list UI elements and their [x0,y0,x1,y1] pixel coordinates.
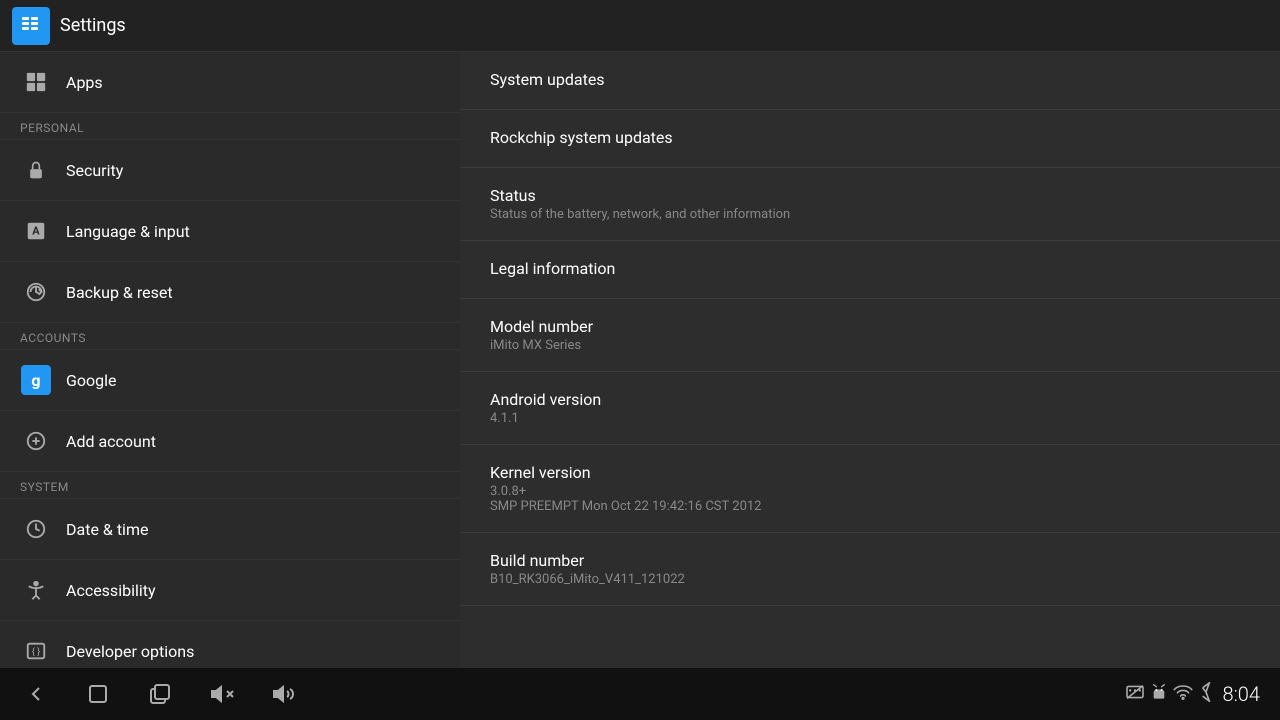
content-title-kernel: Kernel version [490,463,1250,482]
sidebar-item-datetime-label: Date & time [66,520,148,539]
content-item-build[interactable]: Build number B10_RK3066_iMito_V411_12102… [460,533,1280,606]
sidebar-item-google[interactable]: g Google [0,350,460,411]
content-title-status: Status [490,186,1250,205]
keyboard-off-icon [1125,684,1145,704]
language-icon: A [20,215,52,247]
sidebar-item-backup-label: Backup & reset [66,283,173,302]
bottom-right: 8:04 [1125,682,1260,706]
content-title-android: Android version [490,390,1250,409]
svg-text:A: A [32,225,40,238]
content-item-kernel[interactable]: Kernel version 3.0.8+ SMP PREEMPT Mon Oc… [460,445,1280,533]
sidebar-item-apps-label: Apps [66,73,103,92]
volume-up-button[interactable] [268,678,300,710]
wifi-icon [1173,684,1193,704]
content-subtitle-android: 4.1.1 [490,411,1250,426]
lock-icon [20,154,52,186]
sidebar-item-accessibility[interactable]: Accessibility [0,560,460,621]
content-subtitle-model: iMito MX Series [490,338,1250,353]
content-item-legal[interactable]: Legal information [460,241,1280,299]
bottom-nav [20,678,300,710]
content-item-system-updates[interactable]: System updates [460,52,1280,110]
app-icon [12,7,50,45]
sidebar-item-security-label: Security [66,161,123,180]
volume-mute-button[interactable] [206,678,238,710]
back-button[interactable] [20,678,52,710]
time-display: 8:04 [1223,682,1260,706]
page-title: Settings [60,15,126,36]
backup-icon [20,276,52,308]
sidebar-item-google-label: Google [66,371,117,390]
sidebar-item-apps[interactable]: Apps [0,52,460,113]
content-item-rockchip-updates[interactable]: Rockchip system updates [460,110,1280,168]
svg-text:{ }: { } [32,648,40,658]
bottom-bar: 8:04 [0,668,1280,720]
sidebar-item-backup[interactable]: Backup & reset [0,262,460,323]
sidebar-item-language[interactable]: A Language & input [0,201,460,262]
section-header-system: SYSTEM [0,472,460,499]
google-icon: g [20,364,52,396]
sidebar-item-developer-label: Developer options [66,642,194,661]
content-title-model: Model number [490,317,1250,336]
section-header-accounts: ACCOUNTS [0,323,460,350]
content-item-android[interactable]: Android version 4.1.1 [460,372,1280,445]
add-icon [20,425,52,457]
recents-button[interactable] [144,678,176,710]
content-area: System updates Rockchip system updates S… [460,52,1280,668]
grid-icon [20,66,52,98]
sidebar-item-datetime[interactable]: Date & time [0,499,460,560]
sidebar-item-language-label: Language & input [66,222,190,241]
sidebar-item-accessibility-label: Accessibility [66,581,156,600]
top-bar: Settings [0,0,1280,52]
content-item-model[interactable]: Model number iMito MX Series [460,299,1280,372]
content-title-legal: Legal information [490,259,1250,278]
developer-icon: { } [20,635,52,667]
content-subtitle-status: Status of the battery, network, and othe… [490,207,1250,222]
sidebar-item-security[interactable]: Security [0,140,460,201]
sidebar-item-developer[interactable]: { } Developer options [0,621,460,668]
clock-icon [20,513,52,545]
main-layout: Apps PERSONAL Security A Language & inpu… [0,52,1280,668]
content-subtitle-kernel: 3.0.8+ SMP PREEMPT Mon Oct 22 19:42:16 C… [490,484,1250,514]
content-title-build: Build number [490,551,1250,570]
content-subtitle-build: B10_RK3066_iMito_V411_121022 [490,572,1250,587]
content-item-status[interactable]: Status Status of the battery, network, a… [460,168,1280,241]
sidebar-item-add-account[interactable]: Add account [0,411,460,472]
section-header-personal: PERSONAL [0,113,460,140]
sidebar-item-add-account-label: Add account [66,432,156,451]
android-icon [1151,683,1167,705]
content-title-system-updates: System updates [490,70,1250,89]
bluetooth-icon [1199,682,1213,706]
sidebar: Apps PERSONAL Security A Language & inpu… [0,52,460,668]
home-button[interactable] [82,678,114,710]
content-title-rockchip-updates: Rockchip system updates [490,128,1250,147]
status-icons [1125,682,1213,706]
accessibility-icon [20,574,52,606]
